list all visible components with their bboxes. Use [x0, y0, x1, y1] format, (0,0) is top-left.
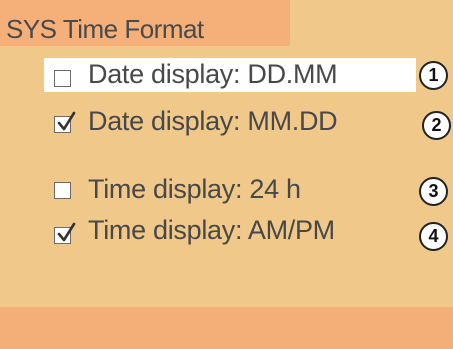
callout-badge-3: 3 [419, 177, 448, 206]
checkmark-icon [57, 111, 76, 131]
page-title: SYS Time Format [6, 14, 204, 44]
checkbox-date-mmdd[interactable] [54, 111, 76, 133]
sys-time-format-panel: SYS Time Format Date display: DD.MM Date… [0, 0, 453, 349]
checkbox-date-ddmm[interactable] [54, 70, 71, 87]
option-label: Time display: AM/PM [88, 215, 335, 245]
checkmark-icon [57, 222, 76, 242]
callout-badge-2: 2 [422, 111, 451, 140]
checkbox-time-ampm[interactable] [54, 222, 76, 244]
option-date-ddmm[interactable]: Date display: DD.MM [0, 58, 453, 94]
option-time-ampm[interactable]: Time display: AM/PM [0, 215, 453, 251]
option-label: Time display: 24 h [88, 174, 301, 204]
title-bar: SYS Time Format [0, 0, 290, 46]
callout-badge-1: 1 [419, 61, 448, 90]
option-time-24h[interactable]: Time display: 24 h [0, 174, 453, 210]
option-date-mmdd[interactable]: Date display: MM.DD [0, 104, 453, 140]
callout-badge-4: 4 [419, 222, 448, 251]
option-label: Date display: MM.DD [88, 106, 338, 136]
checkbox-time-24h[interactable] [54, 182, 71, 199]
bottom-bar [0, 307, 453, 349]
option-label: Date display: DD.MM [88, 59, 338, 89]
